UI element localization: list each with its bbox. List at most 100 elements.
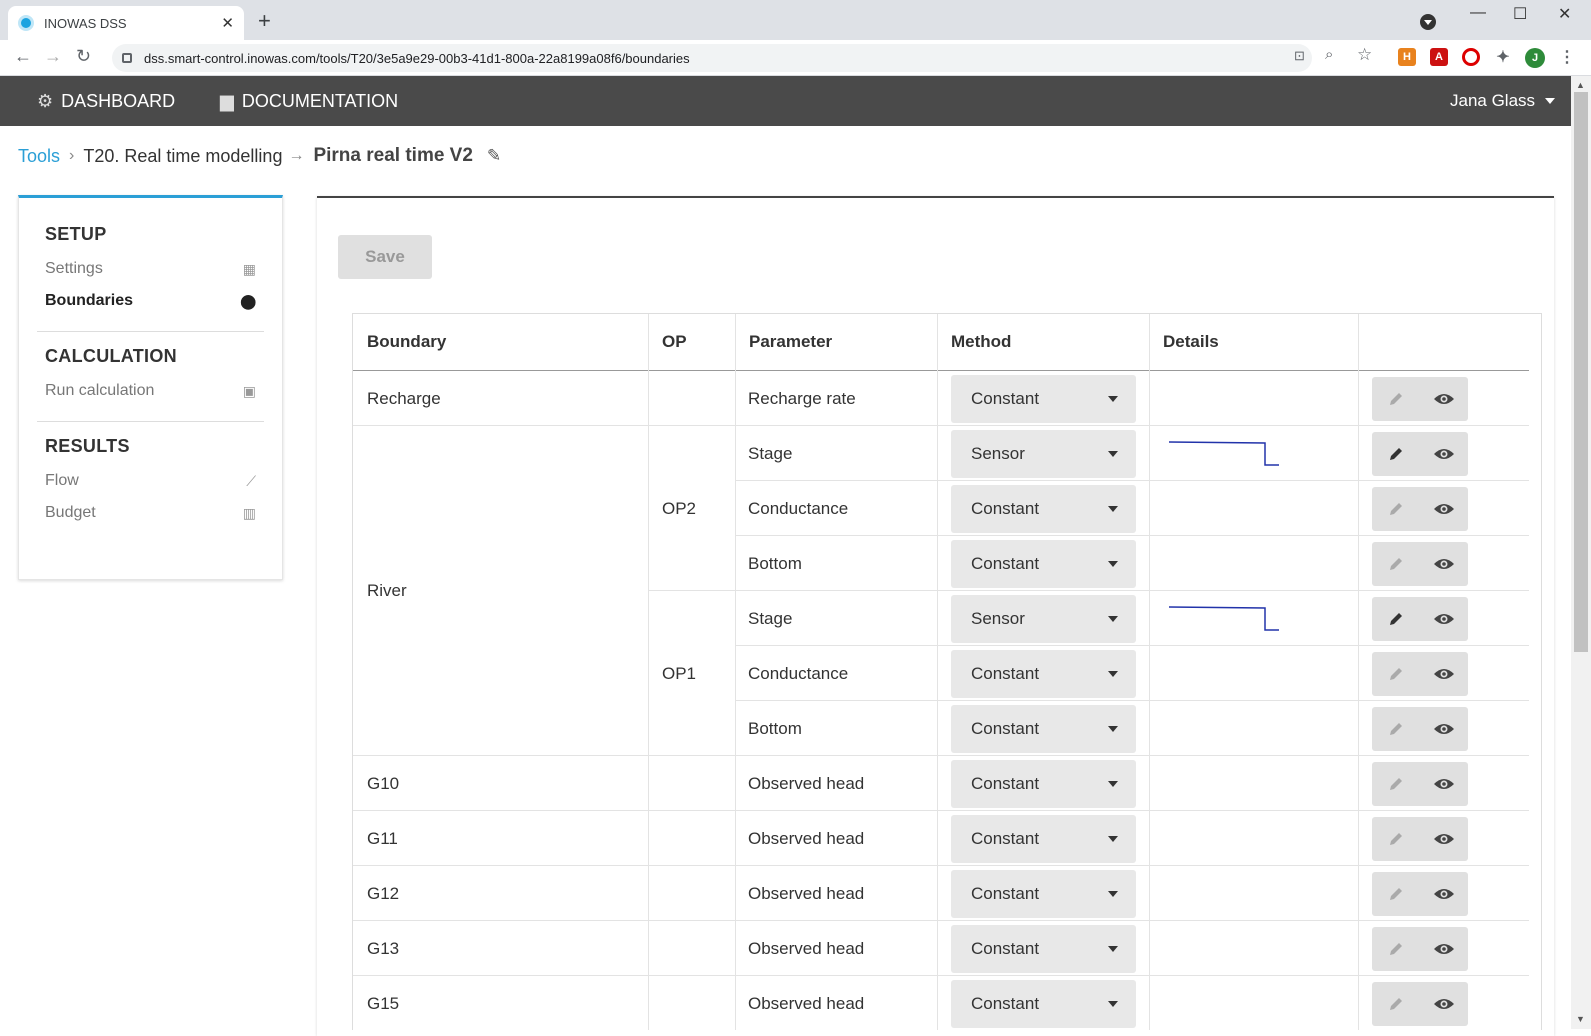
browser-tab[interactable]: INOWAS DSS ✕	[8, 6, 244, 40]
breadcrumb-tools-link[interactable]: Tools	[18, 146, 60, 167]
method-select-value: Constant	[971, 774, 1040, 793]
edit-pencil-button[interactable]	[1372, 652, 1420, 696]
view-eye-button[interactable]	[1420, 652, 1468, 696]
save-button[interactable]: Save	[338, 235, 432, 279]
method-select[interactable]: Constant	[951, 650, 1136, 698]
op-name: OP2	[662, 498, 697, 518]
view-eye-button[interactable]	[1420, 762, 1468, 806]
forward-icon[interactable]: →	[44, 46, 62, 67]
caret-down-icon	[1108, 726, 1118, 732]
reload-icon[interactable]: ↻	[76, 46, 91, 67]
row-divider	[735, 700, 1529, 701]
edit-pencil-button[interactable]	[1372, 707, 1420, 751]
edit-pencil-button[interactable]	[1372, 487, 1420, 531]
method-select[interactable]: Sensor	[951, 595, 1136, 643]
view-eye-button[interactable]	[1420, 487, 1468, 531]
method-select[interactable]: Sensor	[951, 430, 1136, 478]
nav-documentation[interactable]: ▆ DOCUMENTATION	[220, 76, 398, 126]
new-tab-icon[interactable]: +	[258, 8, 271, 34]
view-eye-button[interactable]	[1420, 597, 1468, 641]
app-header: ⚙ DASHBOARD ▆ DOCUMENTATION Jana Glass	[0, 76, 1571, 126]
tab-search-icon[interactable]	[1420, 14, 1436, 30]
edit-pencil-button[interactable]	[1372, 927, 1420, 971]
eye-icon	[1434, 779, 1454, 789]
method-select[interactable]: Constant	[951, 760, 1136, 808]
translate-icon[interactable]: ⊡	[1294, 48, 1305, 64]
sidebar-item-flow[interactable]: Flow ⟋	[45, 465, 256, 497]
method-select[interactable]: Constant	[951, 540, 1136, 588]
scroll-thumb[interactable]	[1574, 92, 1588, 652]
pencil-icon	[1390, 448, 1402, 460]
view-eye-button[interactable]	[1420, 542, 1468, 586]
eye-icon	[1434, 999, 1454, 1009]
row-divider	[353, 920, 1529, 921]
parameter-name: Observed head	[748, 993, 865, 1013]
edit-pencil-button[interactable]	[1372, 982, 1420, 1026]
eye-icon	[1434, 944, 1454, 954]
zoom-icon[interactable]: ⌕	[1325, 46, 1333, 63]
sidebar-item-budget[interactable]: Budget ▥	[45, 497, 256, 529]
user-name: Jana Glass	[1450, 91, 1536, 110]
extensions-puzzle-icon[interactable]: ✦	[1494, 48, 1512, 66]
view-eye-button[interactable]	[1420, 817, 1468, 861]
eye-icon	[1434, 449, 1454, 459]
edit-pencil-button[interactable]	[1372, 597, 1420, 641]
address-bar-row: ← → ↻ dss.smart-control.inowas.com/tools…	[0, 40, 1591, 76]
method-select[interactable]: Constant	[951, 705, 1136, 753]
pencil-icon	[1390, 503, 1402, 515]
close-tab-icon[interactable]: ✕	[221, 14, 234, 32]
edit-pencil-button[interactable]	[1372, 432, 1420, 476]
method-select-value: Sensor	[971, 444, 1025, 463]
profile-avatar[interactable]: J	[1525, 48, 1545, 68]
method-select[interactable]: Constant	[951, 375, 1136, 423]
method-select[interactable]: Constant	[951, 815, 1136, 863]
sidebar-calculation-title: CALCULATION	[45, 346, 177, 366]
caret-down-icon	[1108, 561, 1118, 567]
sidebar-item-run-calculation[interactable]: Run calculation ▣	[45, 375, 256, 407]
view-eye-button[interactable]	[1420, 927, 1468, 971]
sidebar-item-settings[interactable]: Settings ▦	[45, 253, 256, 285]
method-select[interactable]: Constant	[951, 485, 1136, 533]
close-window-icon[interactable]: ✕	[1558, 4, 1571, 24]
url-field[interactable]: dss.smart-control.inowas.com/tools/T20/3…	[112, 44, 1312, 72]
edit-pencil-button[interactable]	[1372, 762, 1420, 806]
pencil-icon	[1390, 833, 1402, 845]
view-eye-button[interactable]	[1420, 982, 1468, 1026]
minimize-icon[interactable]: —	[1470, 4, 1486, 22]
pencil-icon	[1390, 668, 1402, 680]
back-icon[interactable]: ←	[14, 46, 32, 67]
sidebar-item-label: Run calculation	[45, 382, 155, 399]
method-select[interactable]: Constant	[951, 925, 1136, 973]
method-select[interactable]: Constant	[951, 980, 1136, 1028]
boundaries-table: Boundary OP Parameter Method Details Recharge…	[352, 313, 1542, 1030]
nav-dashboard[interactable]: ⚙ DASHBOARD	[37, 76, 175, 126]
maximize-icon[interactable]: ☐	[1513, 4, 1527, 24]
edit-pencil-button[interactable]	[1372, 817, 1420, 861]
view-eye-button[interactable]	[1420, 872, 1468, 916]
scroll-up-icon[interactable]: ▲	[1576, 80, 1585, 90]
nav-documentation-label: DOCUMENTATION	[241, 90, 399, 111]
view-eye-button[interactable]	[1420, 707, 1468, 751]
page-scrollbar[interactable]: ▲ ▼	[1571, 76, 1591, 1029]
url-text: dss.smart-control.inowas.com/tools/T20/3…	[144, 50, 690, 66]
sidebar-item-boundaries[interactable]: Boundaries ⬤	[45, 285, 256, 317]
browser-menu-icon[interactable]: ⋮	[1558, 48, 1576, 66]
method-select-value: Constant	[971, 884, 1040, 903]
edit-pencil-button[interactable]	[1372, 872, 1420, 916]
edit-pencil-button[interactable]	[1372, 542, 1420, 586]
user-menu[interactable]: Jana Glass	[1450, 76, 1556, 126]
view-eye-button[interactable]	[1420, 432, 1468, 476]
bookmark-star-icon[interactable]: ☆	[1357, 45, 1372, 65]
extension-pdf-icon[interactable]: A	[1430, 48, 1448, 66]
sidebar-results-title: RESULTS	[45, 436, 130, 456]
edit-title-pencil-icon[interactable]: ✎	[487, 146, 501, 166]
extension-h-icon[interactable]: H	[1398, 48, 1416, 66]
row-divider	[735, 480, 1529, 481]
edit-pencil-button[interactable]	[1372, 377, 1420, 421]
view-eye-button[interactable]	[1420, 377, 1468, 421]
extension-opera-icon[interactable]	[1462, 48, 1480, 66]
caret-down-icon	[1545, 98, 1556, 104]
method-select[interactable]: Constant	[951, 870, 1136, 918]
cogs-icon: ⚙	[37, 90, 54, 111]
scroll-down-icon[interactable]: ▼	[1576, 1014, 1585, 1024]
